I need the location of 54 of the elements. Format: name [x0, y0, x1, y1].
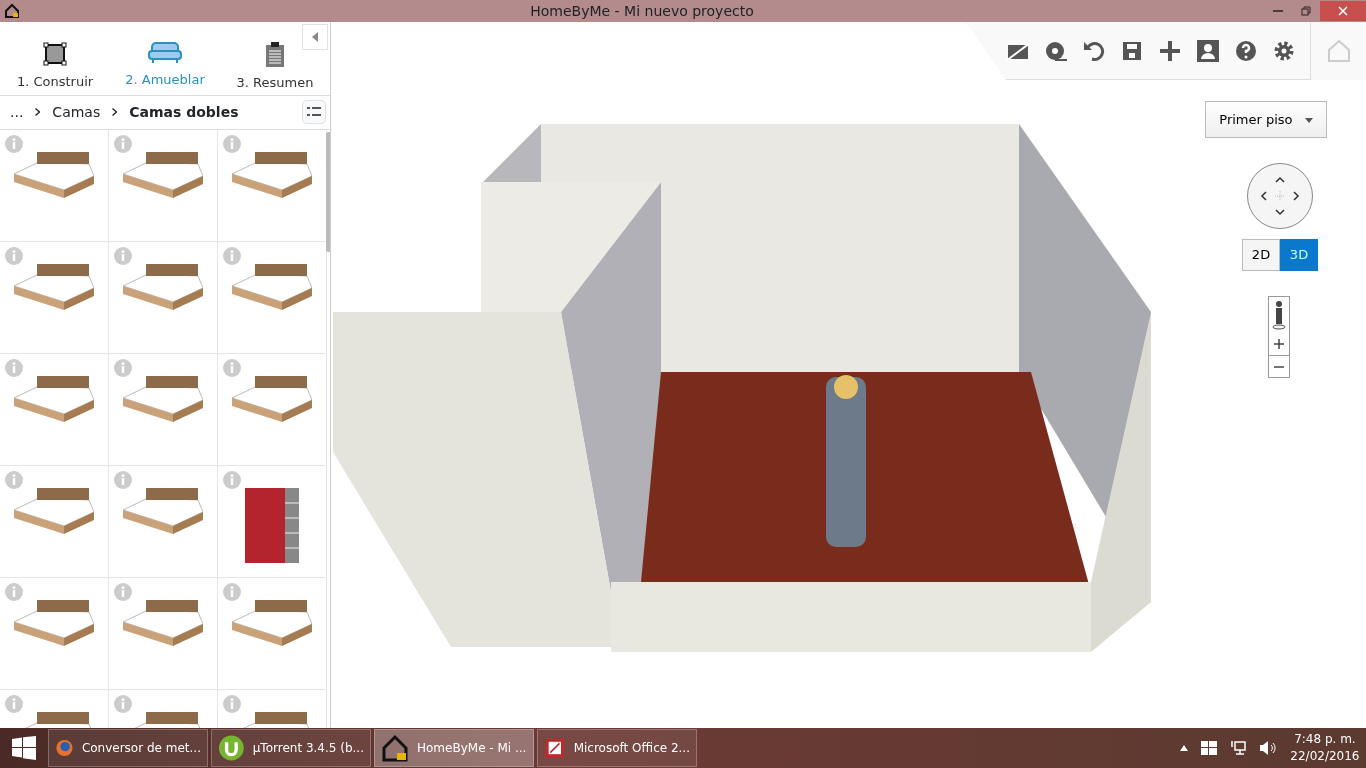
chevron-icon — [35, 108, 41, 117]
list-icon — [307, 106, 321, 119]
person-icon[interactable] — [1196, 38, 1220, 63]
product-tile[interactable] — [0, 465, 109, 578]
product-tile[interactable] — [109, 465, 218, 578]
plus-icon[interactable] — [1158, 38, 1182, 63]
window-title: HomeByMe - Mi nuevo proyecto — [530, 2, 754, 19]
product-tile[interactable] — [218, 129, 327, 242]
caret-icon — [1304, 117, 1313, 123]
product-tile[interactable] — [109, 241, 218, 354]
u-letter-icon — [218, 734, 245, 762]
close-icon — [1338, 6, 1348, 16]
scrollbar[interactable] — [326, 131, 330, 252]
step-tab[interactable]: 2. Amueblar — [110, 22, 220, 95]
step-tab[interactable]: 1. Construir — [0, 22, 110, 95]
product-tile[interactable] — [109, 129, 218, 242]
square-icon — [43, 42, 67, 66]
sofa-icon — [148, 42, 182, 64]
clipboard-icon — [266, 42, 284, 67]
product-tile[interactable] — [109, 353, 218, 466]
minimize-icon — [1273, 10, 1283, 12]
plus-icon — [1274, 339, 1284, 349]
product-tile[interactable] — [218, 353, 327, 466]
product-tile[interactable] — [0, 129, 109, 242]
product-tile[interactable] — [109, 577, 218, 690]
floor-dropdown[interactable]: Primer piso — [1205, 101, 1327, 138]
breadcrumb-item: Camas dobles — [129, 102, 239, 122]
restore-icon — [1301, 6, 1311, 16]
caret-icon — [311, 32, 319, 42]
product-tile[interactable] — [0, 353, 109, 466]
list-view-button[interactable] — [302, 100, 326, 125]
breadcrumb-item[interactable]: ... — [10, 101, 24, 123]
chevron-icon — [112, 108, 118, 117]
view-mode-toggle[interactable]: 3D — [1280, 239, 1318, 271]
windows-logo-icon — [12, 736, 36, 760]
windows-logo-icon[interactable] — [1201, 740, 1218, 756]
product-tile[interactable] — [218, 465, 327, 578]
help-icon[interactable] — [1234, 38, 1258, 63]
taskbar-button[interactable]: Microsoft Office 2... — [537, 729, 697, 767]
clock-time: 7:48 p. m. — [1293, 731, 1357, 748]
house-icon — [1326, 39, 1351, 63]
collapse-button[interactable] — [302, 24, 328, 50]
product-tile[interactable] — [218, 577, 327, 690]
network-icon[interactable] — [1230, 740, 1247, 756]
speaker-icon[interactable] — [1259, 740, 1278, 756]
house-icon — [4, 3, 20, 19]
house-icon — [381, 734, 409, 762]
view-mode-toggle[interactable]: 2D — [1242, 239, 1280, 271]
breadcrumb-item[interactable]: Camas — [52, 101, 101, 123]
product-tile[interactable] — [0, 241, 109, 354]
taskbar-button[interactable]: HomeByMe - Mi ... — [374, 729, 534, 767]
product-tile[interactable] — [0, 577, 109, 690]
clock-date: 22/02/2016 — [1290, 748, 1360, 765]
caret-up-icon[interactable] — [1180, 745, 1189, 751]
